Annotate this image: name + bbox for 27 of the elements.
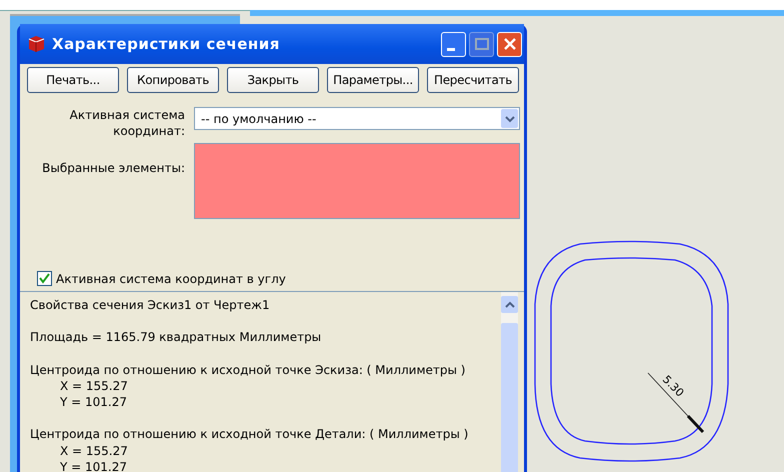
result-text: Центроида по отношению к исходной точке Детали: ( Миллиметры ) bbox=[30, 427, 468, 442]
minimize-icon bbox=[446, 48, 454, 50]
dialog-button[interactable]: Печать... bbox=[27, 67, 119, 93]
cube-logo-icon bbox=[26, 34, 46, 54]
close-icon bbox=[502, 37, 516, 51]
checkbox[interactable] bbox=[37, 271, 52, 286]
dialog-button[interactable]: Копировать bbox=[127, 67, 219, 93]
result-value: X = 155.27 bbox=[60, 378, 128, 393]
dialog-button[interactable]: Закрыть bbox=[227, 67, 319, 93]
scrollbar[interactable] bbox=[501, 292, 518, 472]
checkbox-label: Активная система координат в углу bbox=[56, 272, 286, 286]
dialog-button[interactable]: Пересчитать bbox=[427, 67, 519, 93]
result-text: Центроида по отношению к исходной точке Эскиза: ( Миллиметры ) bbox=[30, 362, 466, 377]
result-value: X = 155.27 bbox=[60, 444, 128, 458]
field-label: Активная система координат: bbox=[68, 107, 186, 139]
result-value: Y = 101.27 bbox=[60, 395, 128, 410]
result-value: Y = 101.27 bbox=[60, 460, 128, 472]
field-label: Выбранные элементы: bbox=[41, 160, 186, 176]
window-title: Характеристики сечения bbox=[52, 35, 280, 53]
minimize-button[interactable] bbox=[441, 32, 466, 56]
result-text: Площадь = 1165.79 квадратных Миллиметры bbox=[30, 330, 322, 344]
scroll-thumb[interactable] bbox=[501, 323, 518, 472]
dialog-button[interactable]: Параметры... bbox=[327, 67, 419, 93]
result-text: Свойства сечения Эскиз1 от Чертеж1 bbox=[30, 298, 270, 312]
close-button[interactable] bbox=[497, 32, 522, 56]
coordinate-system-dropdown[interactable]: -- по умолчанию -- bbox=[194, 107, 520, 130]
maximize-icon bbox=[474, 38, 488, 50]
